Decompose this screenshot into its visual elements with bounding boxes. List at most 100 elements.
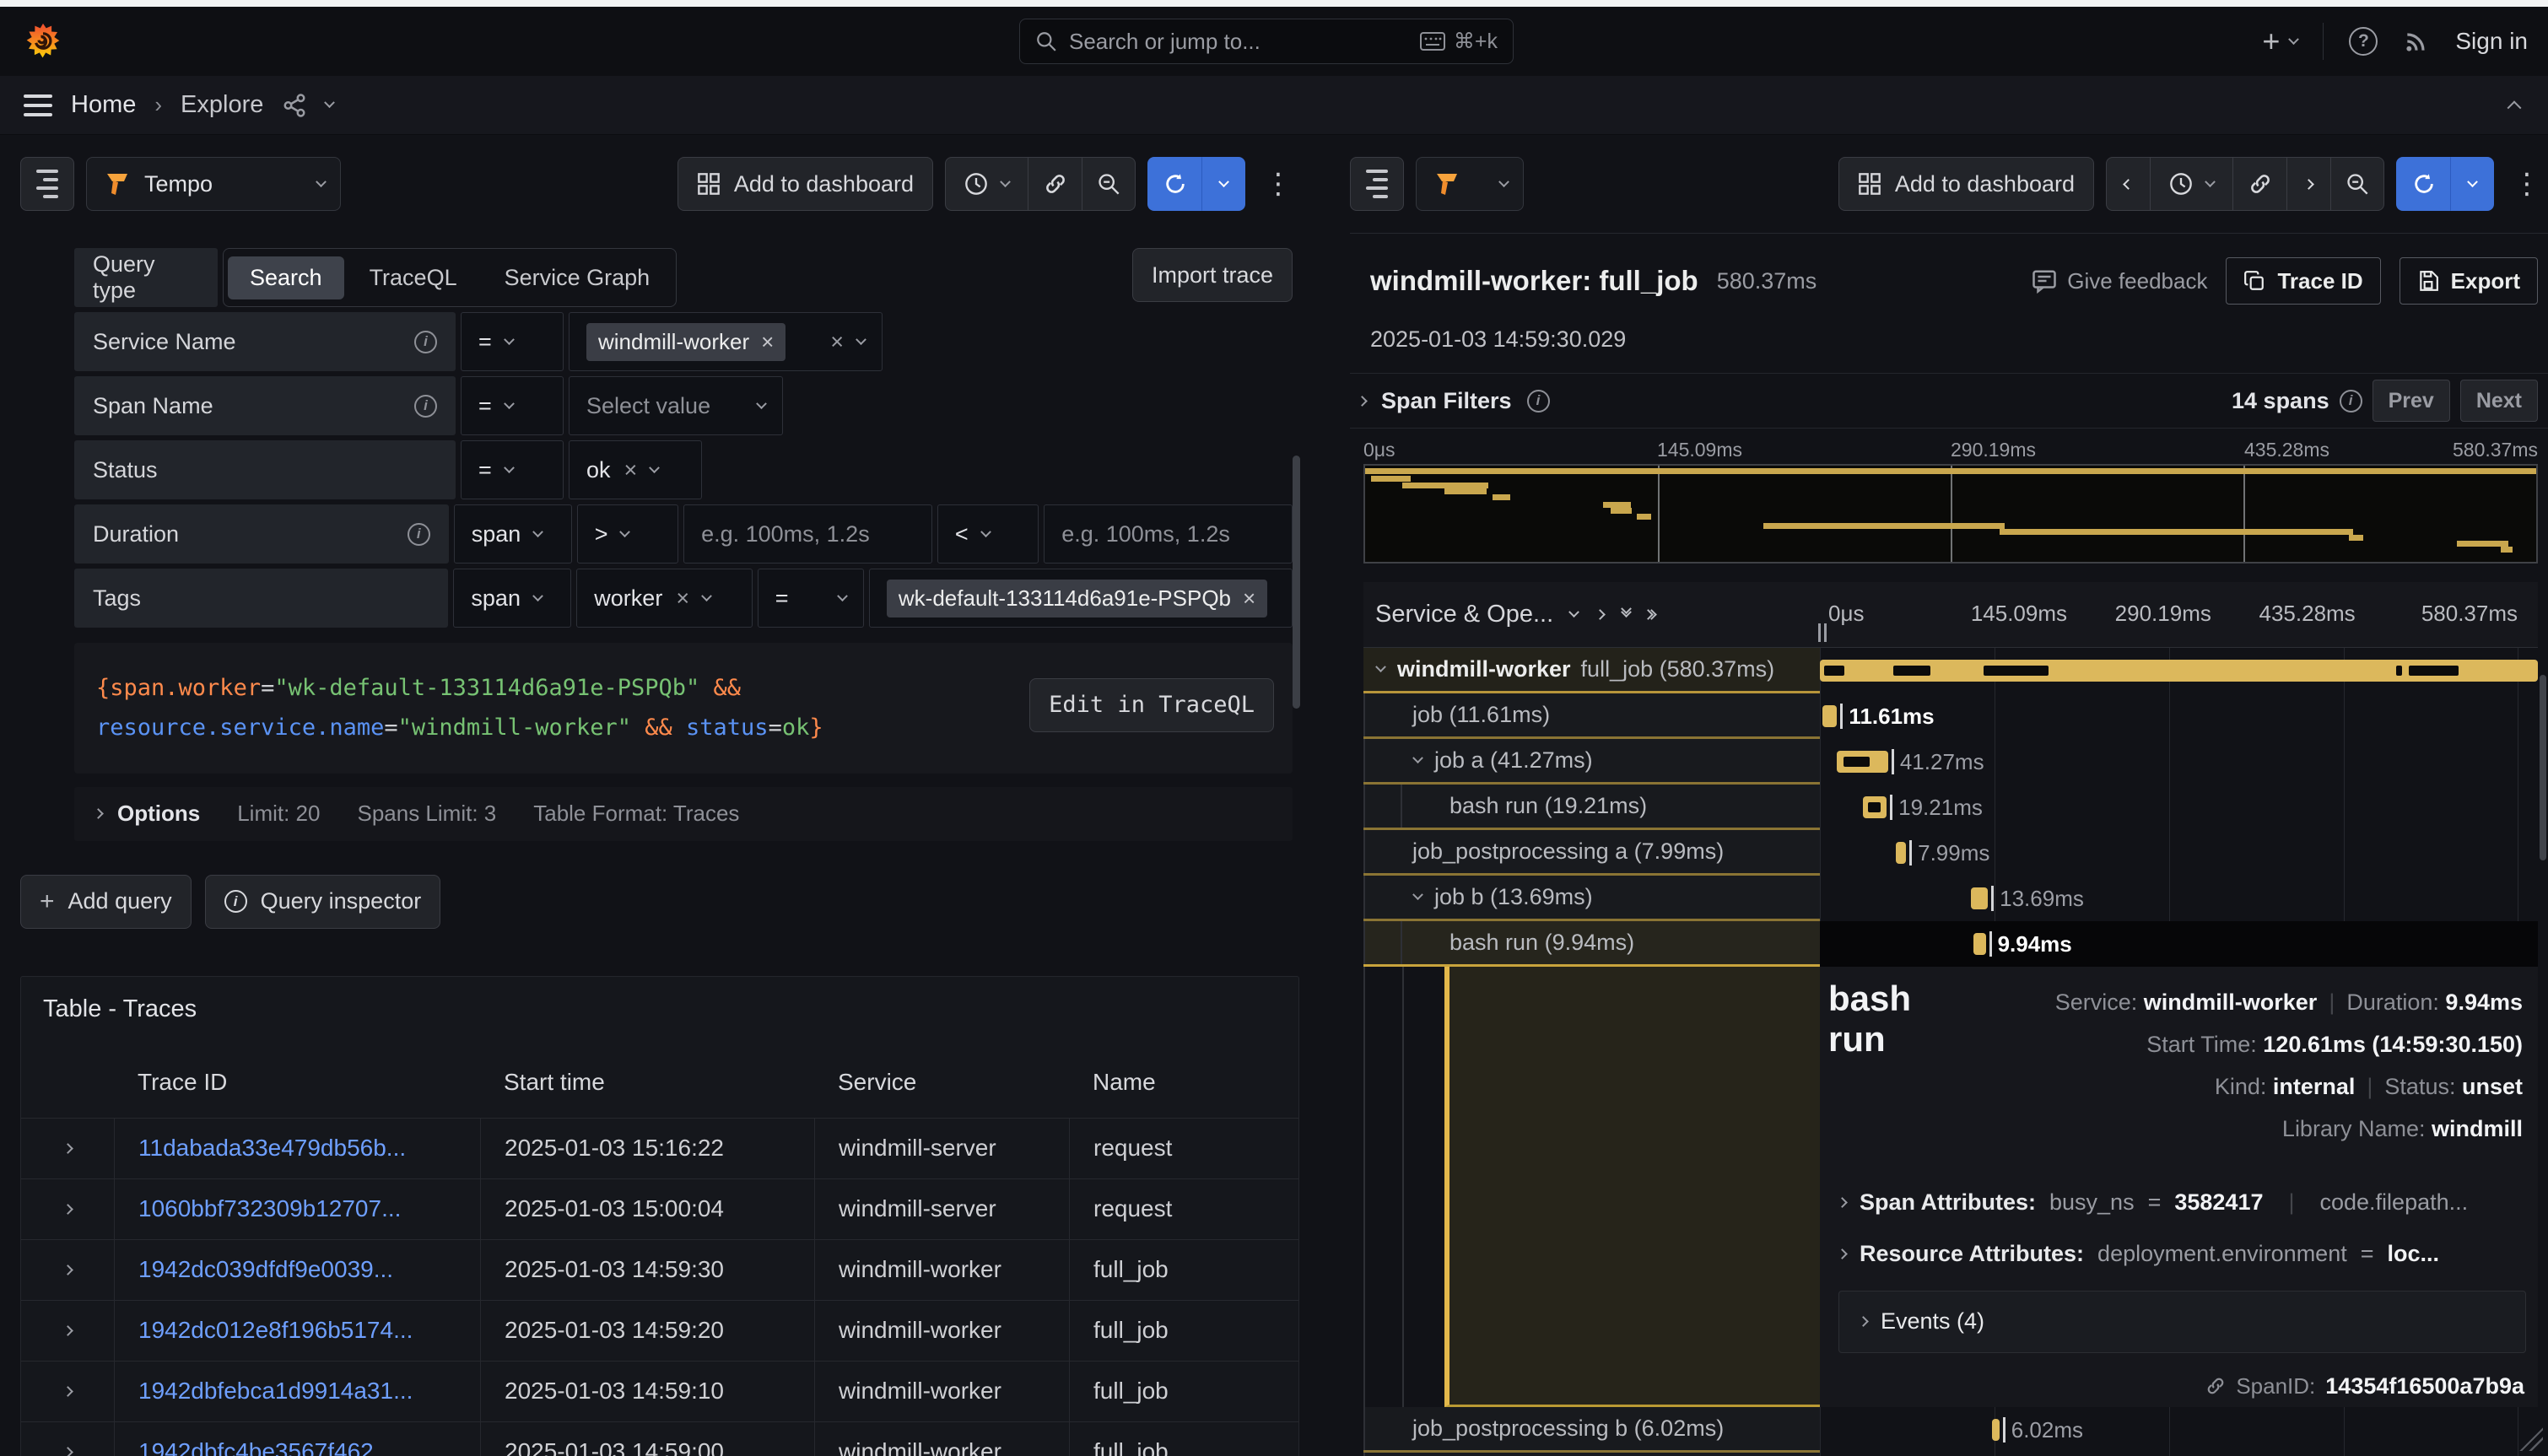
span-attributes-row[interactable]: Span Attributes: busy_ns = 3582417 | cod…	[1838, 1189, 2529, 1216]
span-row[interactable]: job b (13.69ms)13.69ms	[1363, 876, 2538, 921]
span-duration-bar[interactable]	[1971, 887, 1988, 909]
tags-operator[interactable]: =	[758, 569, 864, 628]
span-name-cell[interactable]: job c (286.87ms)	[1363, 1453, 1820, 1456]
duration-scope[interactable]: span	[454, 504, 572, 564]
duration-gt-operator[interactable]: >	[577, 504, 678, 564]
global-search-input[interactable]: Search or jump to... ⌘+k	[1019, 19, 1514, 64]
span-timeline-cell[interactable]: 6.02ms	[1820, 1407, 2538, 1453]
col-service[interactable]: Service	[814, 1069, 1069, 1096]
table-row[interactable]: 11dabada33e479db56b...2025-01-03 15:16:2…	[21, 1118, 1298, 1178]
span-name-cell[interactable]: job b (13.69ms)	[1363, 876, 1820, 921]
zoom-out-button[interactable]	[2330, 157, 2384, 211]
service-name-operator[interactable]: =	[461, 312, 564, 371]
trace-id-link[interactable]: 11dabada33e479db56b...	[138, 1135, 406, 1162]
add-to-dashboard-button[interactable]: Add to dashboard	[677, 157, 933, 211]
chevron-right-icon[interactable]	[1357, 396, 1368, 407]
span-row[interactable]: bash run (19.21ms)19.21ms	[1363, 785, 2538, 830]
export-button[interactable]: Export	[2400, 257, 2538, 305]
table-row[interactable]: 1942dbfebca1d9914a31...2025-01-03 14:59:…	[21, 1361, 1298, 1421]
close-icon[interactable]: ×	[624, 457, 638, 483]
status-operator[interactable]: =	[461, 440, 564, 499]
collapse-all-icon[interactable]	[1622, 612, 1630, 618]
query-outline-button[interactable]	[1350, 157, 1404, 211]
tags-value-chip[interactable]: wk-default-133114d6a91e-PSPQb×	[887, 580, 1267, 617]
datasource-picker[interactable]	[1416, 157, 1524, 211]
clear-all-icon[interactable]: ×	[830, 329, 844, 355]
news-rss-icon[interactable]	[2403, 28, 2430, 55]
row-expander-icon[interactable]	[21, 1205, 114, 1213]
span-timeline-cell[interactable]: 286.87ms	[1820, 1453, 2538, 1456]
span-expander-icon[interactable]	[1401, 757, 1434, 764]
tags-value[interactable]: wk-default-133114d6a91e-PSPQb×	[869, 569, 1293, 628]
chevron-right-icon[interactable]	[1595, 609, 1606, 620]
span-row[interactable]: job_postprocessing b (6.02ms)6.02ms	[1363, 1407, 2538, 1453]
prev-span-button[interactable]: Prev	[2373, 380, 2450, 422]
share-icon[interactable]	[282, 93, 307, 118]
span-duration-bar[interactable]	[1896, 842, 1906, 864]
trace-id-link[interactable]: 1942dc039dfdf9e0039...	[138, 1256, 393, 1283]
more-options-icon[interactable]: ⋮	[2506, 167, 2548, 201]
span-row[interactable]: job a (41.27ms)41.27ms	[1363, 739, 2538, 785]
col-start-time[interactable]: Start time	[480, 1069, 814, 1096]
span-name-operator[interactable]: =	[461, 376, 564, 435]
row-expander-icon[interactable]	[21, 1388, 114, 1395]
span-name-cell[interactable]: job_postprocessing a (7.99ms)	[1363, 830, 1820, 876]
span-row[interactable]: job c (286.87ms)286.87ms	[1363, 1453, 2538, 1456]
give-feedback-button[interactable]: Give feedback	[2032, 268, 2207, 294]
duration-max-input[interactable]: e.g. 100ms, 1.2s	[1044, 504, 1293, 564]
close-icon[interactable]: ×	[761, 329, 774, 355]
span-row[interactable]: job_postprocessing a (7.99ms)7.99ms	[1363, 830, 2538, 876]
span-timeline-cell[interactable]: 9.94ms	[1820, 921, 2538, 967]
table-row[interactable]: 1060bbf732309b12707...2025-01-03 15:00:0…	[21, 1178, 1298, 1239]
span-duration-bar[interactable]	[1822, 705, 1837, 727]
span-timeline-cell[interactable]: 41.27ms	[1820, 739, 2538, 785]
span-timeline-cell[interactable]: 13.69ms	[1820, 876, 2538, 921]
query-outline-button[interactable]	[20, 157, 74, 211]
span-row[interactable]: bash run (9.94ms)9.94ms	[1363, 921, 2538, 967]
help-icon[interactable]: ?	[2349, 27, 2378, 56]
menu-toggle-button[interactable]	[24, 94, 52, 116]
time-picker-button[interactable]	[2150, 157, 2232, 211]
trace-id-link[interactable]: 1942dbfc4be3567f462...	[138, 1438, 393, 1456]
import-trace-button[interactable]: Import trace	[1132, 248, 1293, 302]
span-name-cell[interactable]: bash run (19.21ms)	[1363, 785, 1820, 830]
service-name-value[interactable]: windmill-worker× ×	[569, 312, 883, 371]
breadcrumb-home[interactable]: Home	[71, 91, 136, 119]
refresh-button[interactable]	[2396, 157, 2450, 211]
trace-id-link[interactable]: 1060bbf732309b12707...	[138, 1195, 401, 1222]
expand-all-icon[interactable]	[1649, 611, 1655, 618]
span-duration-bar[interactable]	[1973, 933, 1985, 955]
link-icon[interactable]	[2205, 1376, 2226, 1396]
span-row[interactable]: windmill-workerfull_job (580.37ms)	[1363, 648, 2538, 693]
row-expander-icon[interactable]	[21, 1145, 114, 1152]
right-scrollbar[interactable]	[2540, 675, 2546, 860]
tags-key[interactable]: worker×	[576, 569, 752, 628]
collapse-split-icon[interactable]	[2508, 100, 2522, 115]
span-timeline-cell[interactable]: 11.61ms	[1820, 693, 2538, 739]
span-timeline-cell[interactable]	[1820, 648, 2538, 693]
span-duration-bar[interactable]	[1863, 796, 1887, 818]
table-row[interactable]: 1942dc012e8f196b5174...2025-01-03 14:59:…	[21, 1300, 1298, 1361]
row-expander-icon[interactable]	[21, 1327, 114, 1335]
chevron-down-icon[interactable]	[324, 97, 335, 108]
refresh-interval-button[interactable]	[1201, 157, 1245, 211]
tab-traceql[interactable]: TraceQL	[348, 256, 479, 299]
span-duration-bar[interactable]	[1992, 1419, 2000, 1441]
service-name-chip[interactable]: windmill-worker×	[586, 323, 785, 361]
new-menu-button[interactable]: +	[2262, 24, 2297, 59]
col-name[interactable]: Name	[1069, 1069, 1298, 1096]
span-name-cell[interactable]: job a (41.27ms)	[1363, 739, 1820, 785]
span-row[interactable]: job (11.61ms)11.61ms	[1363, 693, 2538, 739]
span-name-cell[interactable]: job (11.61ms)	[1363, 693, 1820, 739]
refresh-interval-button[interactable]	[2450, 157, 2494, 211]
trace-id-link[interactable]: 1942dbfebca1d9914a31...	[138, 1378, 413, 1405]
service-operation-column-label[interactable]: Service & Ope...	[1375, 601, 1553, 628]
col-trace-id[interactable]: Trace ID	[114, 1069, 480, 1096]
span-name-cell[interactable]: job_postprocessing b (6.02ms)	[1363, 1407, 1820, 1453]
close-icon[interactable]: ×	[676, 585, 689, 612]
left-scrollbar[interactable]	[1293, 456, 1300, 709]
add-query-button[interactable]: +Add query	[20, 875, 192, 929]
zoom-out-button[interactable]	[1082, 157, 1136, 211]
link-split-button[interactable]	[1028, 157, 1082, 211]
status-value[interactable]: ok×	[569, 440, 702, 499]
